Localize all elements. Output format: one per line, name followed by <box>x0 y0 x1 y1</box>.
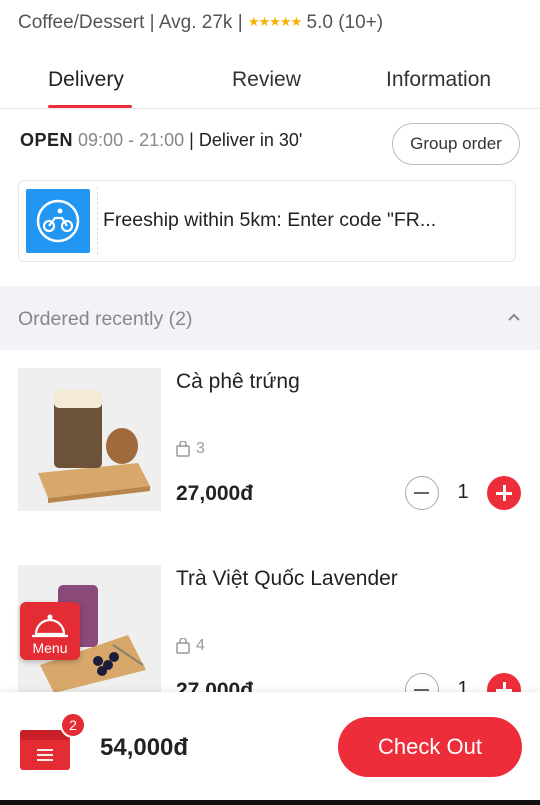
menu-label: Menu <box>32 640 68 656</box>
sold-count-value: 4 <box>196 637 205 654</box>
promo-divider <box>97 187 98 255</box>
chevron-up-icon <box>508 313 520 321</box>
tab-bar: Delivery Review Information <box>0 56 540 109</box>
menu-button[interactable]: Menu <box>20 602 80 660</box>
star-rating-icon: ★★★★★ <box>247 14 302 29</box>
section-title: Ordered recently (2) <box>18 308 193 330</box>
cart-count-badge: 2 <box>60 712 86 738</box>
delivery-bike-icon <box>26 189 90 253</box>
item-name: Trà Việt Quốc Lavender <box>176 567 398 590</box>
quantity-value: 1 <box>457 481 469 503</box>
item-name: Cà phê trứng <box>176 370 300 393</box>
group-order-button[interactable]: Group order <box>392 123 520 165</box>
store-avg-price: Avg. 27k <box>158 12 233 33</box>
store-rating: 5.0 (10+) <box>306 12 384 33</box>
promo-card[interactable]: Freeship within 5km: Enter code "FR... <box>18 180 516 262</box>
checkout-button[interactable]: Check Out <box>338 717 522 777</box>
tab-information[interactable]: Information <box>386 68 491 92</box>
decrease-quantity-button[interactable] <box>405 476 439 510</box>
store-category: Coffee/Dessert <box>18 12 145 33</box>
ordered-recently-header[interactable]: Ordered recently (2) <box>0 286 540 350</box>
active-tab-indicator <box>48 105 132 108</box>
item-price: 27,000đ <box>176 482 254 505</box>
store-status: OPEN 09:00 - 21:00 | Deliver in 30' <box>20 130 302 151</box>
cart-total: 54,000đ <box>100 734 189 761</box>
tab-delivery[interactable]: Delivery <box>48 68 124 92</box>
opening-hours: 09:00 - 21:00 <box>78 130 185 150</box>
menu-item: Cà phê trứng 3 27,000đ 1 <box>0 368 540 518</box>
system-home-bar <box>0 800 540 805</box>
item-image[interactable] <box>18 368 161 511</box>
open-status: OPEN <box>20 130 74 150</box>
store-info: Coffee/Dessert | Avg. 27k | ★★★★★ 5.0 (1… <box>18 12 384 33</box>
cart-bar: 2 54,000đ Check Out <box>0 692 540 805</box>
bag-icon <box>176 441 190 457</box>
delivery-time: | Deliver in 30' <box>189 130 303 150</box>
increase-quantity-button[interactable] <box>487 476 521 510</box>
bell-icon <box>32 614 68 638</box>
promo-text: Freeship within 5km: Enter code "FR... <box>103 209 437 231</box>
sold-count: 3 <box>176 440 205 458</box>
tab-review[interactable]: Review <box>232 68 301 92</box>
sold-count-value: 3 <box>196 440 205 457</box>
sold-count: 4 <box>176 637 205 655</box>
bag-icon <box>176 638 190 654</box>
